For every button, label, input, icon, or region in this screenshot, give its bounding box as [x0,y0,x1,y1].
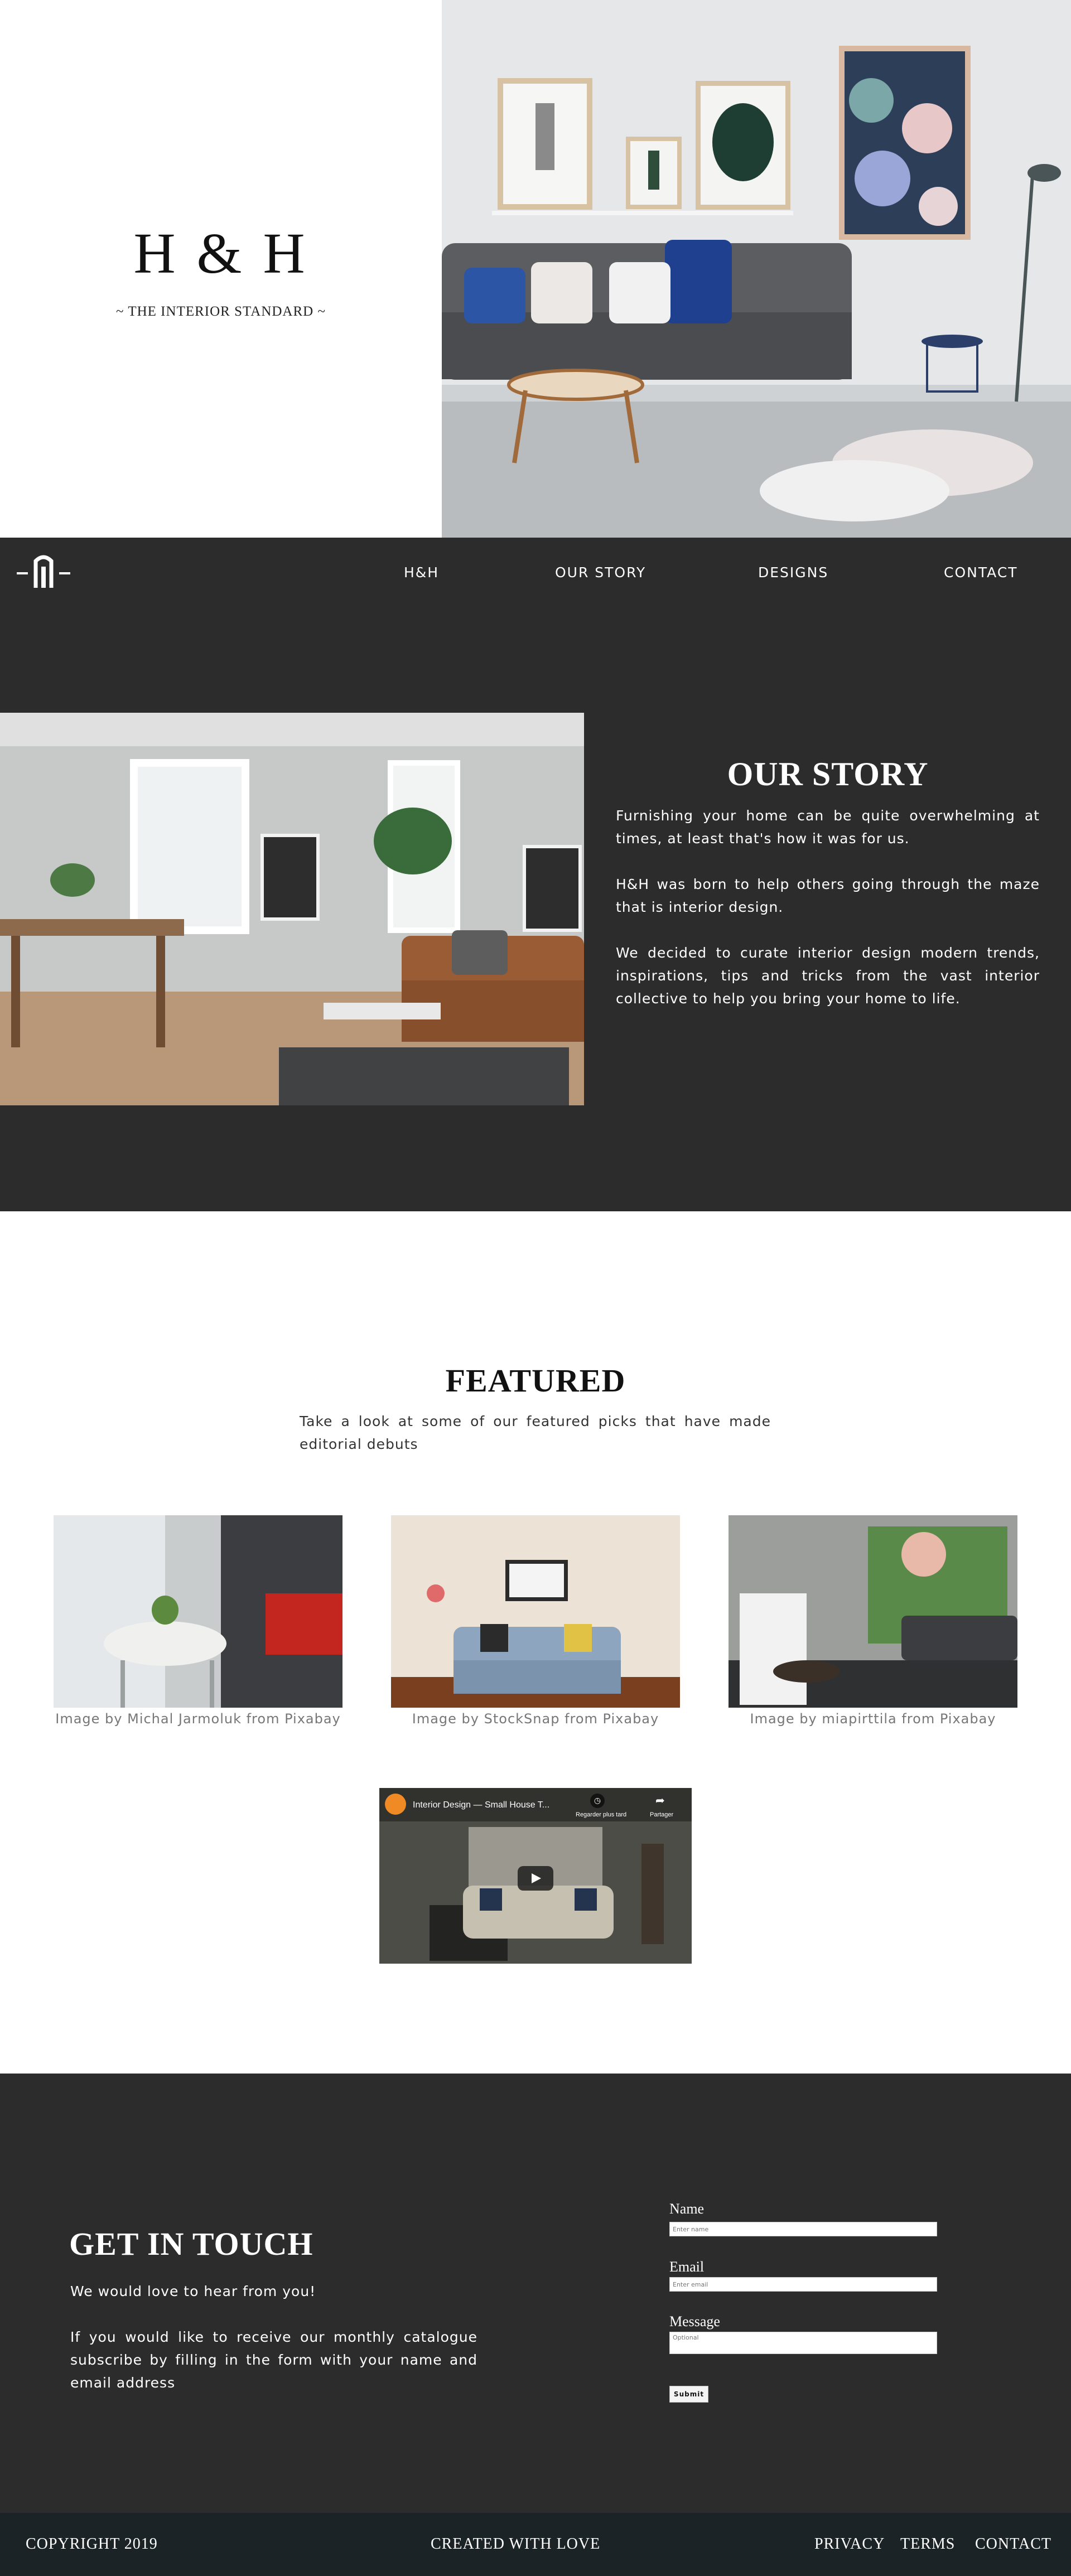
video-title[interactable]: Interior Design — Small House T... [413,1800,549,1810]
nav-item-our-story[interactable]: OUR STORY [555,564,646,581]
living-room-photo [442,0,1071,538]
main-navigation: H&H OUR STORY DESIGNS CONTACT [0,538,1071,609]
footer: COPYRIGHT 2019 CREATED WITH LOVE PRIVACY… [0,2513,1071,2576]
hero-image [442,0,1071,538]
story-image [0,713,584,1105]
copyright-text: COPYRIGHT 2019 [26,2535,158,2553]
message-label: Message [669,2313,720,2329]
name-field[interactable] [669,2222,937,2236]
play-icon [532,1873,541,1883]
story-paragraph: We decided to curate interior design mod… [616,945,1040,1007]
dining-living-room-photo [0,713,584,1105]
channel-avatar[interactable] [385,1794,406,1815]
contact-section: GET IN TOUCH We would love to hear from … [0,2074,1071,2513]
story-paragraph: Furnishing your home can be quite overwh… [616,808,1040,847]
watch-later-label[interactable]: Regarder plus tard [576,1811,626,1818]
featured-title: FEATURED [445,1362,626,1399]
gallery-image-2[interactable] [391,1515,680,1708]
submit-button[interactable]: Submit [669,2386,708,2403]
gallery-image-3[interactable] [729,1515,1017,1708]
footer-link-terms[interactable]: TERMS [900,2535,955,2553]
featured-section: FEATURED Take a look at some of our feat… [0,1211,1071,2074]
logo-icon[interactable] [17,553,70,592]
gallery-caption-1: Image by Michal Jarmoluk from Pixabay [55,1711,341,1727]
gallery-caption-2: Image by StockSnap from Pixabay [412,1711,659,1727]
email-label: Email [669,2259,705,2275]
gallery-caption-3: Image by miapirttila from Pixabay [750,1711,996,1727]
footer-link-privacy[interactable]: PRIVACY [814,2535,885,2553]
nav-item-hh[interactable]: H&H [404,564,439,581]
our-story-section: OUR STORY Furnishing your home can be qu… [0,609,1071,1211]
hero-brand-panel: H & H ~ THE INTERIOR STANDARD ~ [0,0,442,538]
email-field[interactable] [669,2277,937,2292]
contact-text: We would love to hear from you! If you w… [70,2280,477,2417]
story-title: OUR STORY [727,756,929,792]
nav-item-contact[interactable]: CONTACT [944,564,1018,581]
contact-title: GET IN TOUCH [69,2226,313,2262]
message-field[interactable] [669,2332,937,2354]
brand-title: H & H [133,221,308,286]
nav-item-designs[interactable]: DESIGNS [758,564,828,581]
footer-link-contact[interactable]: CONTACT [975,2535,1051,2553]
contact-paragraph: If you would like to receive our monthly… [70,2329,477,2391]
story-text: Furnishing your home can be quite overwh… [616,804,1040,1033]
video-embed[interactable]: Interior Design — Small House T... ◷ Reg… [379,1788,692,1964]
story-paragraph: H&H was born to help others going throug… [616,876,1040,915]
play-button[interactable] [518,1866,553,1891]
name-label: Name [669,2201,705,2217]
gallery-image-1[interactable] [54,1515,342,1708]
featured-subtitle: Take a look at some of our featured pick… [300,1413,771,1452]
clock-icon[interactable]: ◷ [590,1794,605,1808]
share-icon[interactable]: ➦ [655,1794,665,1807]
contact-paragraph: We would love to hear from you! [70,2283,316,2299]
brand-tagline: ~ THE INTERIOR STANDARD ~ [116,304,326,319]
hero-section: H & H ~ THE INTERIOR STANDARD ~ [0,0,1071,538]
share-label[interactable]: Partager [650,1811,673,1818]
created-text: CREATED WITH LOVE [431,2535,601,2553]
